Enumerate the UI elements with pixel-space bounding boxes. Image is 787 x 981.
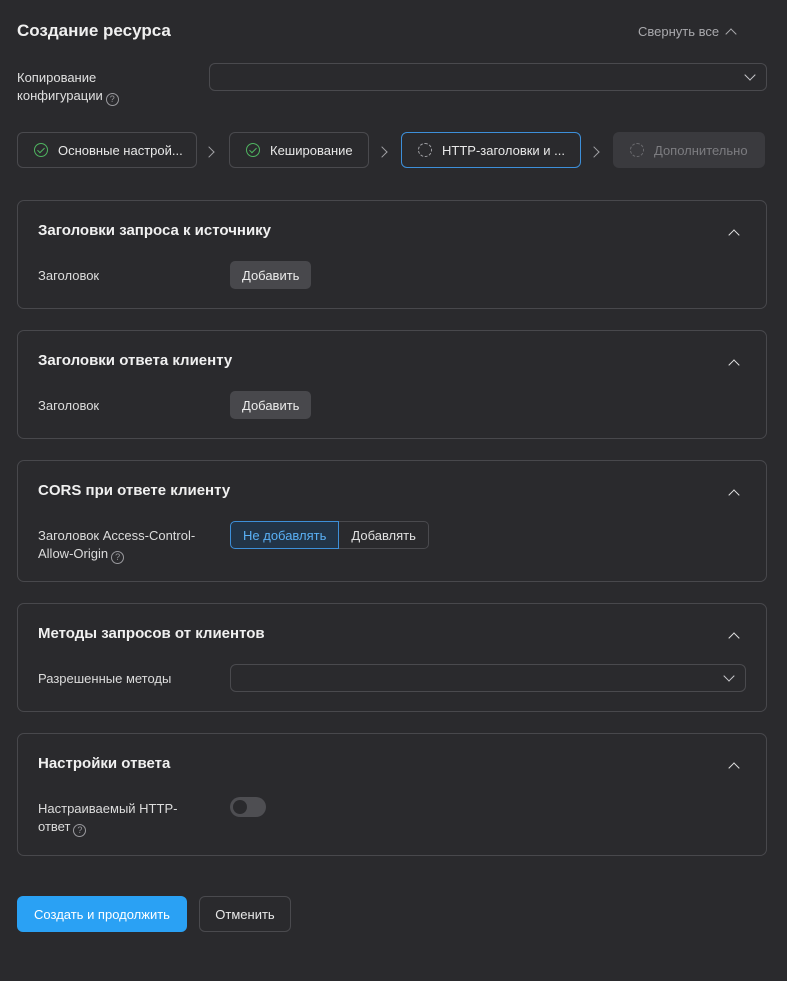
cors-option-no-add[interactable]: Не добавлять bbox=[230, 521, 340, 549]
section-title: Заголовки запроса к источнику bbox=[38, 222, 272, 239]
section-response-headers: Заголовки ответа клиенту Заголовок Добав… bbox=[17, 330, 767, 439]
section-response-settings: Настройки ответа Настраиваемый HTTP- отв… bbox=[17, 733, 767, 856]
section-cors: CORS при ответе клиенту Заголовок Access… bbox=[17, 460, 767, 582]
collapse-all-label: Свернуть все bbox=[638, 24, 720, 39]
chevron-up-icon[interactable] bbox=[728, 630, 740, 645]
section-title: Настройки ответа bbox=[38, 755, 171, 772]
check-circle-icon bbox=[34, 143, 48, 157]
step-label: Дополнительно bbox=[654, 142, 748, 158]
help-icon[interactable]: ? bbox=[105, 92, 119, 106]
custom-response-toggle[interactable] bbox=[230, 797, 266, 817]
cors-field-label: Заголовок Access-Control- Allow-Origin? bbox=[38, 527, 195, 564]
step-label: Основные настрой... bbox=[58, 142, 183, 158]
copy-config-label-line2: конфигурации bbox=[17, 88, 103, 103]
cors-label-line1: Заголовок Access-Control- bbox=[38, 528, 196, 543]
chevron-right-icon bbox=[588, 144, 600, 159]
custom-response-label-line1: Настраиваемый HTTP- bbox=[38, 801, 178, 816]
cors-segmented-control: Не добавлять Добавлять bbox=[230, 521, 429, 549]
section-title: Заголовки ответа клиенту bbox=[38, 352, 233, 369]
create-and-continue-button[interactable]: Создать и продолжить bbox=[17, 896, 187, 932]
cors-label-line2: Allow-Origin bbox=[38, 546, 109, 561]
collapse-all-button[interactable]: Свернуть все bbox=[638, 24, 737, 40]
check-circle-icon bbox=[246, 143, 260, 157]
step-http-headers[interactable]: HTTP-заголовки и ... bbox=[401, 132, 581, 168]
section-request-headers: Заголовки запроса к источнику Заголовок … bbox=[17, 200, 767, 309]
chevron-right-icon bbox=[203, 144, 215, 159]
chevron-up-icon bbox=[725, 27, 737, 40]
field-label: Заголовок bbox=[38, 398, 100, 413]
field-label: Разрешенные методы bbox=[38, 671, 172, 686]
chevron-right-icon bbox=[376, 144, 388, 159]
step-basic-settings[interactable]: Основные настрой... bbox=[17, 132, 197, 168]
chevron-up-icon[interactable] bbox=[728, 357, 740, 372]
step-label: HTTP-заголовки и ... bbox=[442, 142, 565, 158]
copy-config-label-line1: Копирование bbox=[17, 70, 97, 85]
chevron-up-icon[interactable] bbox=[728, 227, 740, 242]
pending-circle-icon bbox=[418, 143, 432, 157]
pending-circle-icon bbox=[630, 143, 644, 157]
page-title: Создание ресурса bbox=[17, 21, 171, 40]
allowed-methods-select[interactable] bbox=[230, 664, 746, 692]
copy-config-label: Копирование конфигурации? bbox=[17, 69, 157, 106]
chevron-up-icon[interactable] bbox=[728, 487, 740, 502]
chevron-up-icon[interactable] bbox=[728, 760, 740, 775]
step-label: Кеширование bbox=[270, 142, 353, 158]
section-title: CORS при ответе клиенту bbox=[38, 482, 231, 499]
step-caching[interactable]: Кеширование bbox=[229, 132, 369, 168]
chevron-down-icon bbox=[744, 69, 756, 81]
field-label: Заголовок bbox=[38, 268, 100, 283]
section-request-methods: Методы запросов от клиентов Разрешенные … bbox=[17, 603, 767, 712]
custom-response-label-line2: ответ bbox=[38, 819, 71, 834]
copy-config-select[interactable] bbox=[209, 63, 767, 91]
help-icon[interactable]: ? bbox=[111, 550, 125, 564]
add-response-header-button[interactable]: Добавить bbox=[230, 391, 312, 419]
step-additional: Дополнительно bbox=[613, 132, 765, 168]
cors-option-add[interactable]: Добавлять bbox=[339, 521, 429, 549]
cancel-button[interactable]: Отменить bbox=[199, 896, 291, 932]
custom-response-label: Настраиваемый HTTP- ответ? bbox=[38, 800, 177, 837]
chevron-down-icon bbox=[723, 670, 735, 682]
add-request-header-button[interactable]: Добавить bbox=[230, 261, 312, 289]
help-icon[interactable]: ? bbox=[73, 823, 87, 837]
section-title: Методы запросов от клиентов bbox=[38, 625, 265, 642]
